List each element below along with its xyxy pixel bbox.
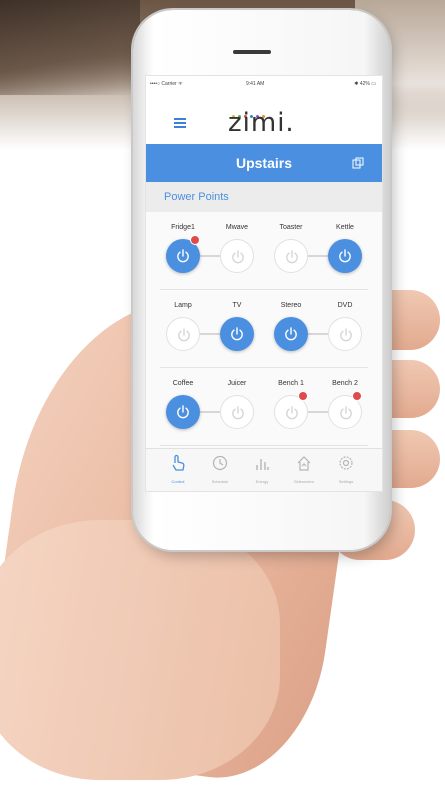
pair-connector: [200, 411, 220, 413]
tab-bar: Control Schedule Energy Sidescreen Settings: [146, 448, 382, 491]
carrier-label: ••••○ Carrier ᯤ: [150, 81, 183, 87]
power-toggle-button[interactable]: [274, 317, 308, 351]
power-row: Coffee Juicer Bench 1 Bench 2: [146, 368, 382, 446]
power-toggle-button[interactable]: [166, 395, 200, 429]
power-toggle-button[interactable]: [220, 317, 254, 351]
gear-icon: [338, 456, 354, 476]
tab-schedule[interactable]: Schedule: [200, 454, 240, 484]
section-header: Power Points: [146, 182, 382, 212]
phone-speaker: [233, 50, 271, 54]
tab-settings[interactable]: Settings: [326, 454, 366, 484]
house-icon: [296, 456, 312, 476]
clock-label: 9:41 AM: [246, 81, 265, 87]
alert-badge: [298, 391, 308, 401]
power-point-label: Bench 1: [278, 380, 304, 387]
power-point-label: Juicer: [227, 380, 247, 387]
power-point-label: Coffee: [172, 380, 194, 387]
pair-connector: [200, 333, 220, 335]
hand-pointer-icon: [170, 454, 186, 476]
power-point-label: Kettle: [336, 224, 354, 231]
power-points-grid: Fridge1 Mwave Toaster Kettle Lamp TV Stereo DVD…: [146, 212, 382, 452]
power-toggle-button[interactable]: [220, 239, 254, 273]
alert-badge: [190, 235, 200, 245]
power-toggle-button[interactable]: [274, 239, 308, 273]
hand-wrist: [0, 520, 280, 780]
power-point-label: Fridge1: [171, 224, 195, 231]
power-toggle-button[interactable]: [328, 317, 362, 351]
tab-label: Settings: [338, 479, 354, 484]
power-point-label: DVD: [337, 302, 353, 309]
section-title: Power Points: [164, 191, 229, 203]
power-point-label: Toaster: [279, 224, 303, 231]
phone-screen: ••••○ Carrier ᯤ 9:41 AM ✱ 42% ▭ zimi. Up…: [145, 75, 383, 492]
copy-icon[interactable]: [352, 156, 364, 169]
power-point-label: Mwave: [225, 224, 249, 231]
room-title: Upstairs: [235, 155, 293, 171]
pair-connector: [308, 255, 328, 257]
power-toggle-button[interactable]: [328, 239, 362, 273]
pair-connector: [200, 255, 220, 257]
room-header: Upstairs: [146, 144, 382, 182]
tab-control[interactable]: Control: [158, 454, 198, 484]
tab-energy[interactable]: Energy: [242, 454, 282, 484]
power-row: Fridge1 Mwave Toaster Kettle: [146, 212, 382, 290]
clock-icon: [212, 455, 228, 476]
menu-icon[interactable]: [174, 118, 186, 128]
pair-connector: [308, 333, 328, 335]
power-point-label: Lamp: [174, 302, 192, 309]
power-toggle-button[interactable]: [220, 395, 254, 429]
tab-label: Energy: [255, 479, 269, 484]
alert-badge: [352, 391, 362, 401]
pair-connector: [308, 411, 328, 413]
app-header: zimi.: [146, 92, 382, 144]
power-point-label: Stereo: [280, 302, 302, 309]
tab-label: Schedule: [211, 479, 229, 484]
row-divider: [160, 445, 368, 446]
tab-label: Control: [171, 479, 185, 484]
power-row: Lamp TV Stereo DVD: [146, 290, 382, 368]
battery-label: ✱ 42% ▭: [354, 81, 376, 87]
power-toggle-button[interactable]: [166, 317, 200, 351]
app-logo: zimi.: [228, 108, 295, 138]
power-point-label: Bench 2: [332, 380, 358, 387]
tab-label: Sidescreen: [293, 479, 314, 484]
bar-chart-icon: [254, 459, 270, 476]
home-area: [145, 490, 381, 542]
power-point-label: TV: [232, 302, 242, 309]
status-bar: ••••○ Carrier ᯤ 9:41 AM ✱ 42% ▭: [146, 76, 382, 92]
tab-sidescreen[interactable]: Sidescreen: [284, 454, 324, 484]
